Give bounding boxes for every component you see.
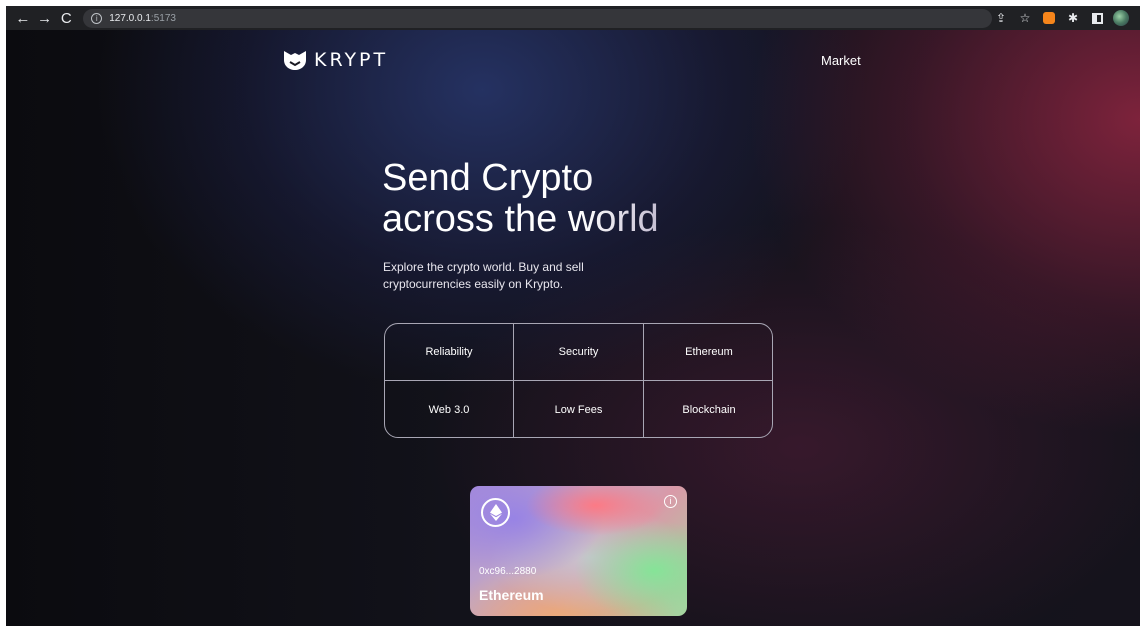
- site-info-icon[interactable]: i: [91, 12, 103, 24]
- url-host: 127.0.0.1: [109, 12, 151, 24]
- feature-web3: Web 3.0: [385, 381, 514, 437]
- hero-title: Send Crypto across the world: [382, 158, 742, 240]
- profile-avatar[interactable]: [1112, 9, 1130, 27]
- logo-text: KRYPT: [314, 49, 389, 71]
- hero-title-line-2: across the world: [382, 198, 659, 240]
- browser-actions: ⇪ ☆ ✱: [992, 9, 1134, 27]
- info-icon[interactable]: i: [664, 495, 677, 508]
- side-panel-icon[interactable]: [1088, 9, 1106, 27]
- nav-market-link[interactable]: Market: [821, 53, 861, 68]
- back-button[interactable]: ←: [12, 7, 34, 29]
- browser-toolbar: ← → C i 127.0.0.1:5173 ⇪ ☆ ✱: [6, 6, 1140, 30]
- feature-low-fees: Low Fees: [514, 381, 644, 437]
- ethereum-icon: [481, 498, 510, 527]
- extensions-puzzle-icon[interactable]: ✱: [1064, 9, 1082, 27]
- feature-blockchain: Blockchain: [682, 404, 736, 416]
- krypt-page: KRYPT Market Send Crypto across the worl…: [6, 30, 1140, 626]
- address-bar[interactable]: i 127.0.0.1:5173: [83, 8, 993, 28]
- feature-reliability: Reliability: [385, 324, 514, 381]
- share-icon[interactable]: ⇪: [992, 9, 1010, 27]
- metamask-extension-icon[interactable]: [1040, 9, 1058, 27]
- ethereum-card: i 0xc96...2880 Ethereum: [470, 486, 687, 616]
- logo[interactable]: KRYPT: [282, 49, 388, 71]
- hero-subtitle: Explore the crypto world. Buy and sell c…: [383, 260, 584, 291]
- forward-button[interactable]: →: [34, 7, 56, 29]
- url-port: :5173: [150, 12, 176, 24]
- hero-title-line-1: Send Crypto: [382, 157, 594, 199]
- reload-button[interactable]: C: [55, 7, 77, 29]
- krypt-logo-icon: [284, 51, 306, 70]
- features-grid: Reliability Security Ethereum Web 3.0 Lo…: [384, 323, 773, 438]
- bookmark-star-icon[interactable]: ☆: [1016, 9, 1034, 27]
- wallet-address: 0xc96...2880: [479, 566, 537, 577]
- feature-security: Security: [514, 324, 644, 381]
- feature-ethereum: Ethereum: [644, 324, 772, 381]
- screenshot-frame: ← → C i 127.0.0.1:5173 ⇪ ☆ ✱ KRYPT Marke…: [6, 6, 1140, 626]
- card-network-name: Ethereum: [479, 587, 544, 603]
